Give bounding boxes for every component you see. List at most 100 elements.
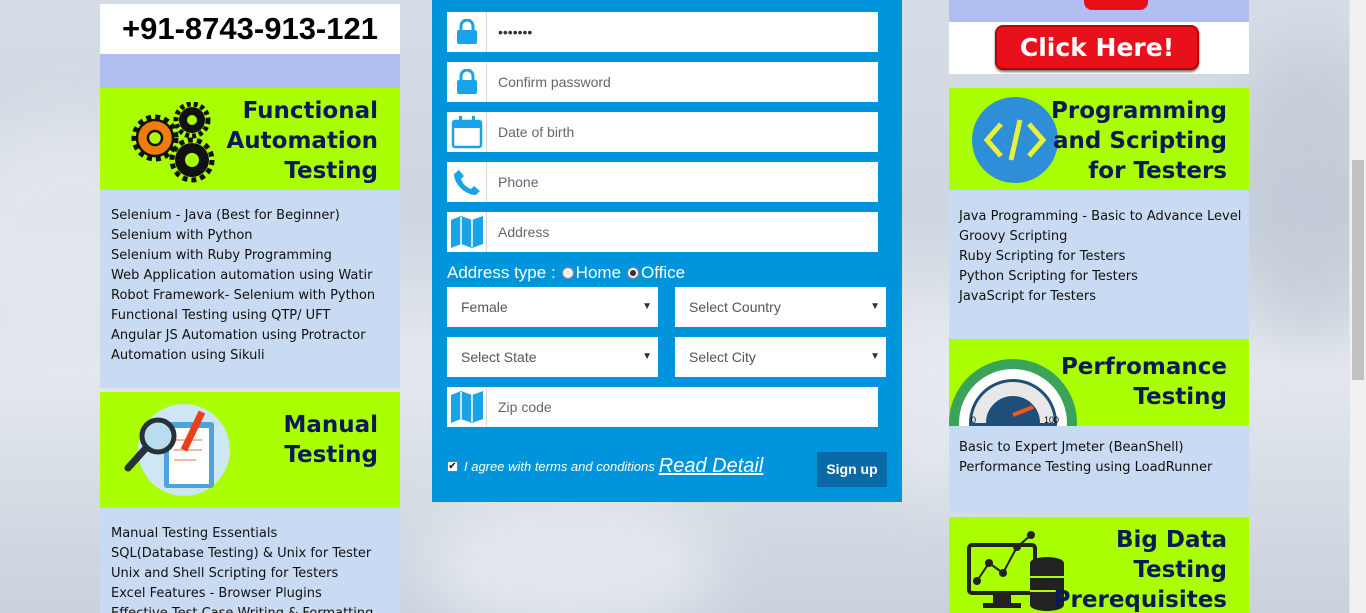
terms-agreement: ✔ I agree with terms and conditions Read… <box>447 455 763 478</box>
terms-checkbox[interactable]: ✔ <box>447 461 458 472</box>
password-input[interactable] <box>488 12 876 52</box>
background-cloud <box>1230 40 1366 340</box>
dropdown-arrow-icon: ▼ <box>870 351 880 362</box>
title-line: Testing <box>284 442 378 468</box>
title-line: Testing <box>1133 384 1227 410</box>
dropdown-arrow-icon: ▼ <box>642 351 652 362</box>
title-line: Big Data <box>1115 527 1227 553</box>
course-link[interactable]: Automation using Sikuli <box>111 346 389 366</box>
city-select[interactable]: Select City ▼ <box>675 337 886 377</box>
zip-field <box>447 387 878 427</box>
big-data-title: Big Data Testing Prerequisites <box>1054 525 1227 613</box>
title-line: Functional <box>242 98 378 124</box>
dob-input[interactable] <box>488 112 876 152</box>
country-select-value: Select Country <box>689 299 781 315</box>
dropdown-arrow-icon: ▼ <box>870 301 880 312</box>
office-radio[interactable] <box>627 267 640 279</box>
manual-course-list: Manual Testing Essentials SQL(Database T… <box>100 508 400 613</box>
course-link[interactable]: Effective Test Case Writing & Formatting <box>111 604 389 613</box>
phone-number[interactable]: +91-8743-913-121 <box>100 4 400 54</box>
functional-course-list: Selenium - Java (Best for Beginner) Sele… <box>100 190 400 388</box>
gender-select-value: Female <box>461 299 508 315</box>
gender-select[interactable]: Female ▼ <box>447 287 658 327</box>
course-link[interactable]: Angular JS Automation using Protractor <box>111 326 389 346</box>
address-input[interactable] <box>488 212 876 252</box>
gauge-max-label: 100 <box>1044 415 1059 425</box>
course-link[interactable]: Robot Framework- Selenium with Python <box>111 286 389 306</box>
terms-text: I agree with terms and conditions <box>464 459 655 474</box>
page-scrollbar[interactable] <box>1349 0 1366 613</box>
zip-input[interactable] <box>488 387 876 427</box>
big-data-icon <box>967 531 1064 611</box>
title-line: Testing <box>284 158 378 184</box>
confirm-password-field <box>447 62 878 102</box>
click-here-box: Click Here! <box>949 22 1249 74</box>
programming-course-list: Java Programming - Basic to Advance Leve… <box>949 190 1249 339</box>
phone-icon <box>447 162 487 202</box>
gauge-min-label: 0 <box>971 415 976 425</box>
read-detail-link[interactable]: Read Detail <box>659 455 764 478</box>
title-line: Automation <box>226 128 378 154</box>
map-icon <box>447 387 487 427</box>
title-line: Perfromance <box>1060 354 1227 380</box>
state-select[interactable]: Select State ▼ <box>447 337 658 377</box>
performance-course-list: Basic to Expert Jmeter (BeanShell) Perfo… <box>949 426 1249 513</box>
city-select-value: Select City <box>689 349 756 365</box>
course-link[interactable]: Basic to Expert Jmeter (BeanShell) <box>959 438 1238 458</box>
lock-icon <box>447 12 487 52</box>
phone-input[interactable] <box>488 162 876 202</box>
manual-testing-banner[interactable]: Manual Testing <box>100 392 400 508</box>
phone-strip <box>100 54 400 88</box>
functional-automation-title: Functional Automation Testing <box>226 96 378 186</box>
address-type-group: Address type : Home Office <box>447 263 685 283</box>
course-link[interactable]: Web Application automation using Watir <box>111 266 389 286</box>
scrollbar-thumb[interactable] <box>1352 160 1364 380</box>
course-link[interactable]: Manual Testing Essentials <box>111 524 389 544</box>
lock-icon <box>447 62 487 102</box>
gauge-icon: 0 100 <box>949 359 1077 426</box>
course-link[interactable]: Java Programming - Basic to Advance Leve… <box>959 207 1241 227</box>
course-link[interactable]: Performance Testing using LoadRunner <box>959 458 1238 478</box>
title-line: for Testers <box>1088 158 1227 184</box>
code-icon <box>972 97 1058 183</box>
magnifier-clipboard-icon <box>124 404 230 496</box>
performance-testing-banner[interactable]: 0 100 Perfromance Testing <box>949 339 1249 426</box>
address-type-label: Address type : <box>447 263 556 282</box>
state-select-value: Select State <box>461 349 537 365</box>
course-link[interactable]: Selenium - Java (Best for Beginner) <box>111 206 389 226</box>
confirm-password-input[interactable] <box>488 62 876 102</box>
password-field <box>447 12 878 52</box>
course-link[interactable]: Excel Features - Browser Plugins <box>111 584 389 604</box>
home-radio[interactable] <box>561 267 574 279</box>
performance-testing-title: Perfromance Testing <box>1061 352 1227 412</box>
title-line: Programming <box>1051 98 1227 124</box>
course-link[interactable]: Python Scripting for Testers <box>959 267 1238 287</box>
click-here-button[interactable]: Click Here! <box>995 25 1199 70</box>
calendar-icon <box>447 112 487 152</box>
office-radio-label: Office <box>641 263 686 282</box>
dropdown-arrow-icon: ▼ <box>642 301 652 312</box>
programming-scripting-title: Programming and Scripting for Testers <box>1051 96 1227 186</box>
course-link[interactable]: Groovy Scripting <box>959 227 1238 247</box>
address-field <box>447 212 878 252</box>
course-link[interactable]: Selenium with Ruby Programming <box>111 246 389 266</box>
gears-icon <box>131 102 215 183</box>
title-line: and Scripting <box>1053 128 1227 154</box>
title-line: Testing <box>1133 557 1227 583</box>
title-line: Prerequisites <box>1053 587 1227 613</box>
background-cloud <box>420 500 720 613</box>
signup-button[interactable]: Sign up <box>817 452 887 487</box>
programming-scripting-banner[interactable]: Programming and Scripting for Testers <box>949 88 1249 190</box>
phone-field <box>447 162 878 202</box>
course-link[interactable]: Unix and Shell Scripting for Testers <box>111 564 389 584</box>
manual-testing-title: Manual Testing <box>283 410 378 470</box>
promo-strip <box>949 0 1249 22</box>
course-link[interactable]: SQL(Database Testing) & Unix for Tester <box>111 544 389 564</box>
course-link[interactable]: Selenium with Python <box>111 226 389 246</box>
course-link[interactable]: Ruby Scripting for Testers <box>959 247 1238 267</box>
functional-automation-banner[interactable]: Functional Automation Testing <box>100 88 400 190</box>
course-link[interactable]: Functional Testing using QTP/ UFT <box>111 306 389 326</box>
course-link[interactable]: JavaScript for Testers <box>959 287 1238 307</box>
big-data-banner[interactable]: Big Data Testing Prerequisites <box>949 517 1249 613</box>
country-select[interactable]: Select Country ▼ <box>675 287 886 327</box>
